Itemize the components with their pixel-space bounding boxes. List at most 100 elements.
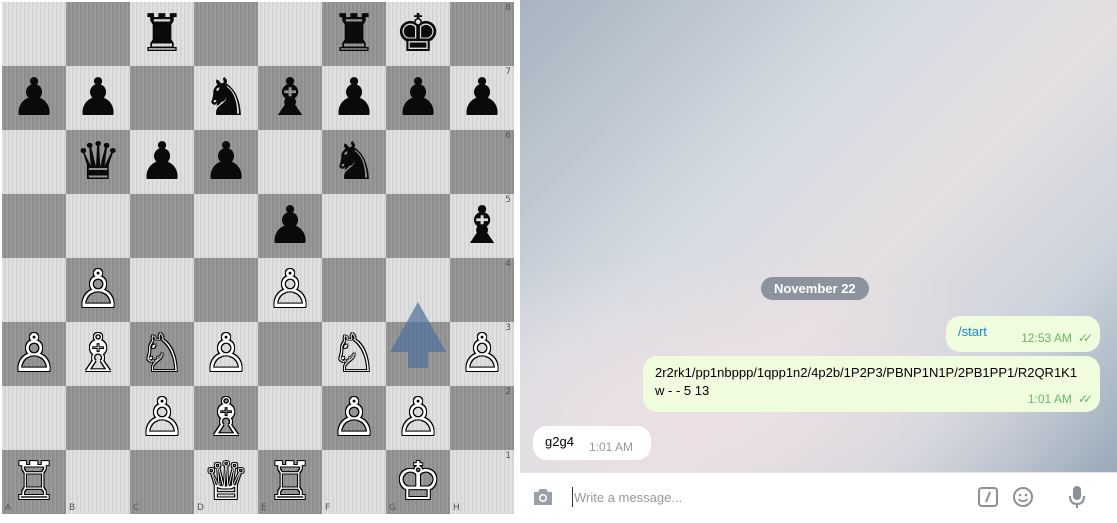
chess-piece[interactable]: ♙ (66, 258, 130, 322)
square-c3[interactable]: ♘ (130, 322, 194, 386)
chess-piece[interactable]: ♖ (2, 450, 66, 514)
square-b8[interactable] (66, 2, 130, 66)
square-f4[interactable] (322, 258, 386, 322)
chess-piece[interactable]: ♙ (2, 322, 66, 386)
message-in-move[interactable]: g2g4 1:01 AM (533, 426, 651, 460)
square-b2[interactable] (66, 386, 130, 450)
square-g7[interactable]: ♟ (386, 66, 450, 130)
microphone-icon[interactable] (1066, 486, 1088, 508)
chess-piece[interactable]: ♙ (386, 386, 450, 450)
chess-piece[interactable]: ♜ (322, 2, 386, 66)
square-h7[interactable]: ♟ 7 (450, 66, 514, 130)
square-g8[interactable]: ♚ (386, 2, 450, 66)
square-f3[interactable]: ♘ (322, 322, 386, 386)
square-a3[interactable]: ♙ (2, 322, 66, 386)
message-text[interactable]: /start (958, 324, 987, 339)
square-g3[interactable] (386, 322, 450, 386)
square-e2[interactable] (258, 386, 322, 450)
square-c5[interactable] (130, 194, 194, 258)
chess-piece[interactable]: ♟ (194, 130, 258, 194)
chess-piece[interactable]: ♗ (66, 322, 130, 386)
square-b7[interactable]: ♟ (66, 66, 130, 130)
chess-piece[interactable]: ♖ (258, 450, 322, 514)
square-d4[interactable] (194, 258, 258, 322)
square-a2[interactable] (2, 386, 66, 450)
chess-piece[interactable]: ♗ (194, 386, 258, 450)
chess-board[interactable]: ♜ ♜ ♚ 8 ♟ ♟ ♞ ♝ ♟ ♟ ♟ 7 ♛ ♟ ♟ ♞ 6 ♟ ♝ 5 ♙ ♙ 4 ♙ ♗ ♘ ♙ ♘ ♙ 3 ♙ ♗ ♙ ♙ 2 ♖ A B C ♕… (2, 2, 514, 514)
square-e7[interactable]: ♝ (258, 66, 322, 130)
square-a8[interactable] (2, 2, 66, 66)
square-e4[interactable]: ♙ (258, 258, 322, 322)
square-e3[interactable] (258, 322, 322, 386)
square-c4[interactable] (130, 258, 194, 322)
message-out-start[interactable]: /start 12:53 AM ✓✓ (946, 316, 1100, 352)
chess-piece[interactable]: ♟ (258, 194, 322, 258)
square-g6[interactable] (386, 130, 450, 194)
square-c8[interactable]: ♜ (130, 2, 194, 66)
square-c6[interactable]: ♟ (130, 130, 194, 194)
square-a7[interactable]: ♟ (2, 66, 66, 130)
message-input[interactable]: Write a message... (574, 490, 682, 505)
camera-icon[interactable] (532, 486, 554, 508)
square-f2[interactable]: ♙ (322, 386, 386, 450)
chess-piece[interactable]: ♞ (322, 130, 386, 194)
square-c7[interactable] (130, 66, 194, 130)
chess-piece[interactable]: ♙ (194, 322, 258, 386)
square-f5[interactable] (322, 194, 386, 258)
square-g2[interactable]: ♙ (386, 386, 450, 450)
square-g1[interactable]: ♔ G (386, 450, 450, 514)
square-h8[interactable]: 8 (450, 2, 514, 66)
square-h1[interactable]: 1H (450, 450, 514, 514)
square-a5[interactable] (2, 194, 66, 258)
emoji-icon[interactable] (1012, 486, 1034, 508)
chess-piece[interactable]: ♙ (322, 386, 386, 450)
square-g5[interactable] (386, 194, 450, 258)
square-h3[interactable]: ♙ 3 (450, 322, 514, 386)
square-e5[interactable]: ♟ (258, 194, 322, 258)
slash-command-icon[interactable] (977, 486, 999, 508)
square-b5[interactable] (66, 194, 130, 258)
chess-piece[interactable]: ♟ (66, 66, 130, 130)
square-g4[interactable] (386, 258, 450, 322)
square-f8[interactable]: ♜ (322, 2, 386, 66)
chess-piece[interactable]: ♛ (66, 130, 130, 194)
square-c2[interactable]: ♙ (130, 386, 194, 450)
square-e8[interactable] (258, 2, 322, 66)
square-d7[interactable]: ♞ (194, 66, 258, 130)
square-h2[interactable]: 2 (450, 386, 514, 450)
chess-piece[interactable]: ♘ (322, 322, 386, 386)
square-e1[interactable]: ♖ E (258, 450, 322, 514)
chess-piece[interactable]: ♟ (2, 66, 66, 130)
square-b6[interactable]: ♛ (66, 130, 130, 194)
square-d1[interactable]: ♕ D (194, 450, 258, 514)
square-f7[interactable]: ♟ (322, 66, 386, 130)
chess-piece[interactable]: ♜ (130, 2, 194, 66)
square-d5[interactable] (194, 194, 258, 258)
square-a1[interactable]: ♖ A (2, 450, 66, 514)
chess-piece[interactable]: ♚ (386, 2, 450, 66)
square-d2[interactable]: ♗ (194, 386, 258, 450)
square-h4[interactable]: 4 (450, 258, 514, 322)
chess-piece[interactable]: ♝ (258, 66, 322, 130)
message-out-fen[interactable]: 2r2rk1/pp1nbppp/1qpp1n2/4p2b/1P2P3/PBNP1… (643, 356, 1100, 412)
chess-piece[interactable]: ♟ (386, 66, 450, 130)
square-b3[interactable]: ♗ (66, 322, 130, 386)
square-f6[interactable]: ♞ (322, 130, 386, 194)
square-b1[interactable]: B (66, 450, 130, 514)
square-h6[interactable]: 6 (450, 130, 514, 194)
square-b4[interactable]: ♙ (66, 258, 130, 322)
square-d3[interactable]: ♙ (194, 322, 258, 386)
square-a6[interactable] (2, 130, 66, 194)
square-h5[interactable]: ♝ 5 (450, 194, 514, 258)
chess-piece[interactable]: ♘ (130, 322, 194, 386)
square-e6[interactable] (258, 130, 322, 194)
square-f1[interactable]: F (322, 450, 386, 514)
square-d6[interactable]: ♟ (194, 130, 258, 194)
chess-piece[interactable]: ♙ (130, 386, 194, 450)
chess-piece[interactable]: ♙ (258, 258, 322, 322)
chess-piece[interactable]: ♟ (130, 130, 194, 194)
square-d8[interactable] (194, 2, 258, 66)
square-a4[interactable] (2, 258, 66, 322)
square-c1[interactable]: C (130, 450, 194, 514)
chess-piece[interactable]: ♞ (194, 66, 258, 130)
